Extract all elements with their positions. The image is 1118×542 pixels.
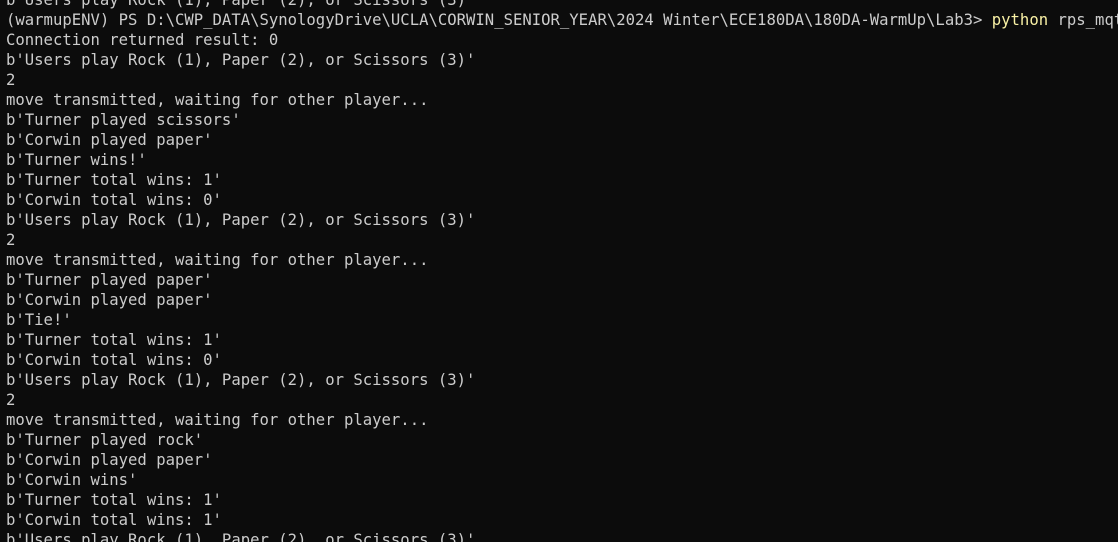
terminal-line: move transmitted, waiting for other play…: [6, 251, 429, 269]
terminal-line: b'Turner total wins: 1': [6, 331, 222, 349]
terminal-line: 2: [6, 231, 16, 249]
terminal-output-lines: Connection returned result: 0 b'Users pla…: [6, 30, 1118, 542]
terminal-line: b'Users play Rock (1), Paper (2), or Sci…: [6, 371, 476, 389]
terminal-line: b'Corwin played paper': [6, 131, 213, 149]
terminal-line: b'Users play Rock (1), Paper (2), or Sci…: [6, 51, 476, 69]
terminal-line: b'Turner total wins: 1': [6, 491, 222, 509]
terminal-line: move transmitted, waiting for other play…: [6, 91, 429, 109]
terminal-line: b'Corwin total wins: 1': [6, 511, 222, 529]
terminal-line: move transmitted, waiting for other play…: [6, 411, 429, 429]
terminal-line: b'Corwin played paper': [6, 451, 213, 469]
terminal-line: b'Turner total wins: 1': [6, 171, 222, 189]
prompt-command: python: [991, 11, 1049, 29]
prompt-argument: rps_mqtt: [1057, 11, 1118, 29]
terminal-line: b'Turner played rock': [6, 431, 204, 449]
terminal-line: 2: [6, 71, 16, 89]
terminal-output: b'Users play Rock (1), Paper (2), or Sci…: [6, 0, 1118, 542]
terminal-line: b'Corwin total wins: 0': [6, 191, 222, 209]
terminal-line: b'Turner played scissors': [6, 111, 241, 129]
terminal-line: b'Corwin total wins: 0': [6, 351, 222, 369]
terminal-line: b'Turner wins!': [6, 151, 147, 169]
terminal-line: Connection returned result: 0: [6, 31, 279, 49]
terminal-line-partial: b'Users play Rock (1), Paper (2), or Sci…: [6, 0, 476, 9]
terminal-window[interactable]: b'Users play Rock (1), Paper (2), or Sci…: [0, 0, 1118, 542]
terminal-line: b'Corwin wins': [6, 471, 138, 489]
terminal-line: 2: [6, 391, 16, 409]
terminal-line: b'Corwin played paper': [6, 291, 213, 309]
prompt-path: (warmupENV) PS D:\CWP_DATA\SynologyDrive…: [6, 11, 992, 29]
terminal-line: b'Users play Rock (1), Paper (2), or Sci…: [6, 211, 476, 229]
terminal-prompt-line: (warmupENV) PS D:\CWP_DATA\SynologyDrive…: [6, 10, 1118, 30]
terminal-line: b'Tie!': [6, 311, 72, 329]
terminal-line: b'Turner played paper': [6, 271, 213, 289]
terminal-line: b'Users play Rock (1), Paper (2), or Sci…: [6, 531, 476, 542]
